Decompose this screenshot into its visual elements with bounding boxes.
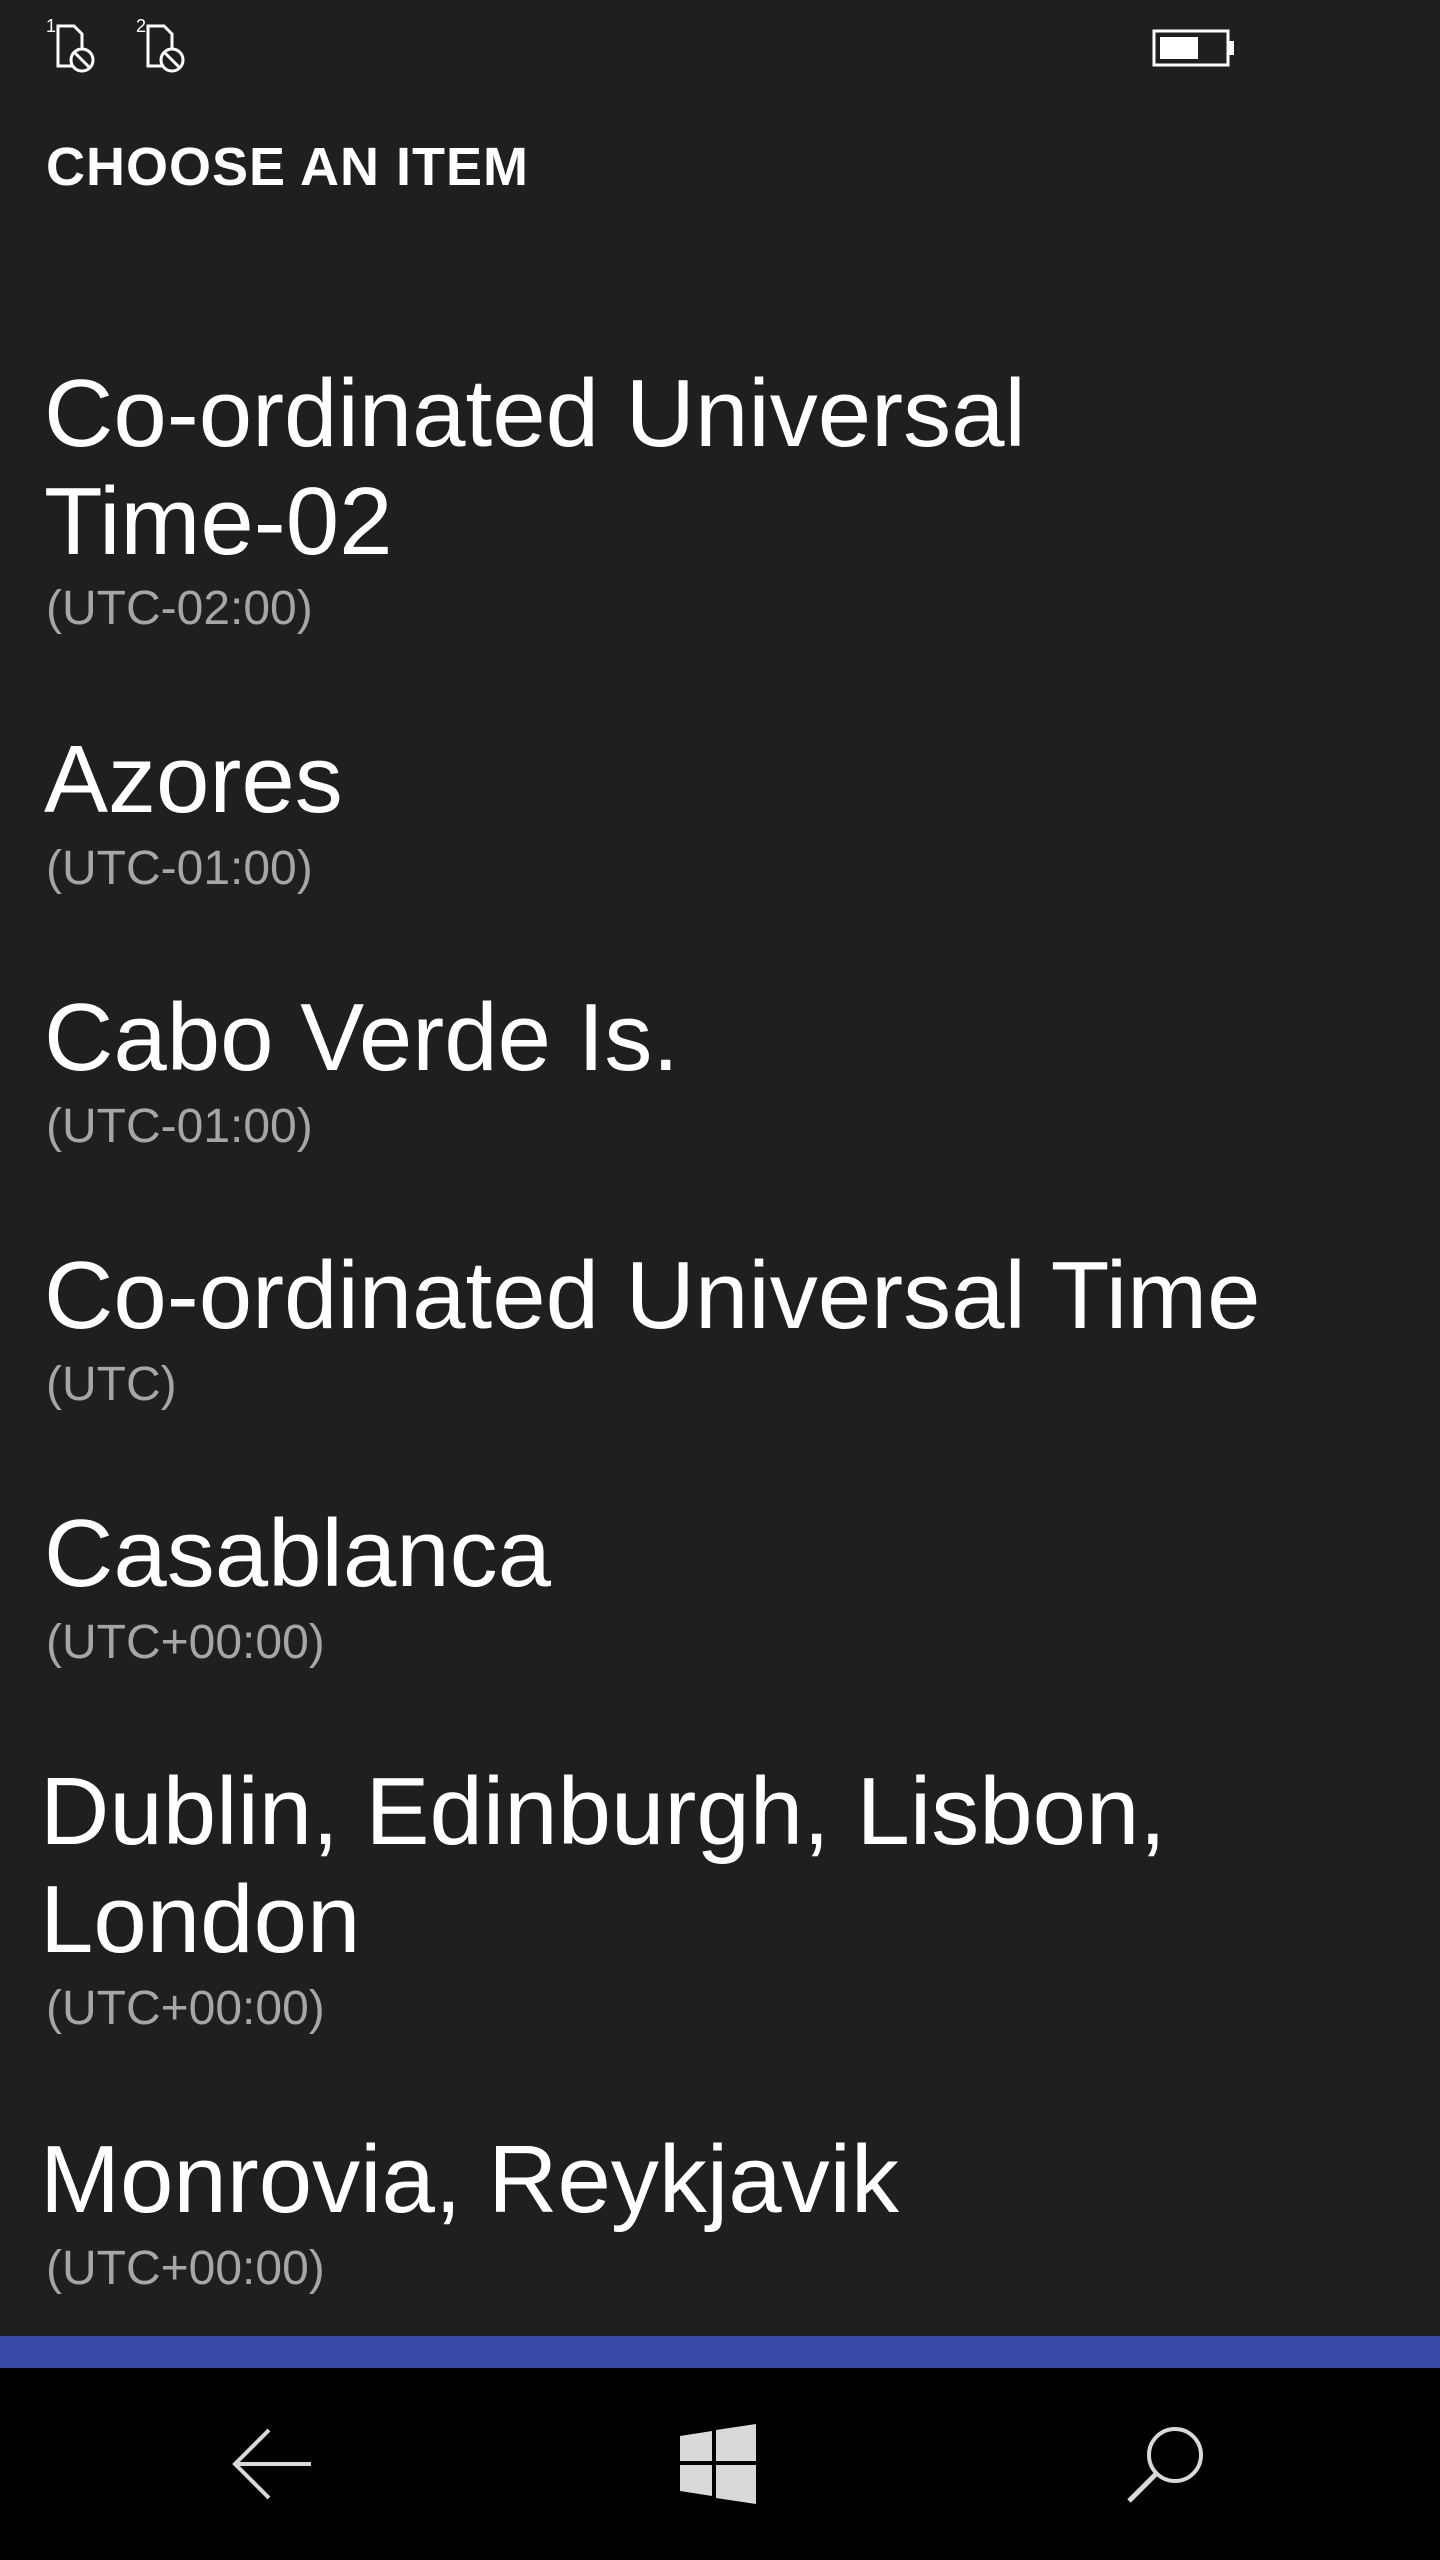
timezone-name: Cabo Verde Is.: [44, 984, 680, 1091]
list-item[interactable]: Cabo Verde Is. (UTC-01:00): [0, 984, 1440, 1174]
list-item[interactable]: Monrovia, Reykjavik (UTC+00:00): [0, 2126, 1440, 2316]
sim1-number: 1: [46, 16, 56, 36]
timezone-offset: (UTC+00:00): [46, 1616, 325, 1669]
list-item[interactable]: Casablanca (UTC+00:00): [0, 1500, 1440, 1690]
navigation-bar: [0, 2368, 1440, 2560]
timezone-name: Co-ordinated Universal Time-02: [44, 360, 1026, 575]
sim1-no-sim-icon: 1: [44, 14, 106, 76]
timezone-picker-screen: 1 2 CHOOSE AN ITEM Co-ordinated Universa…: [0, 0, 1440, 2560]
search-button[interactable]: [1116, 2414, 1216, 2514]
timezone-name: Co-ordinated Universal Time: [44, 1242, 1261, 1349]
sim2-no-sim-icon: 2: [134, 14, 196, 76]
timezone-offset: (UTC+00:00): [46, 2242, 325, 2295]
sim2-number: 2: [136, 16, 146, 36]
battery-icon: [1152, 28, 1236, 68]
list-item[interactable]: Azores (UTC-01:00): [0, 726, 1440, 916]
back-arrow-icon: [232, 2428, 311, 2500]
list-item[interactable]: Co-ordinated Universal Time-02 (UTC-02:0…: [0, 360, 1440, 650]
timezone-offset: (UTC-02:00): [46, 582, 313, 635]
status-bar: 1 2: [0, 0, 1440, 90]
back-button[interactable]: [222, 2414, 322, 2514]
picker-title: CHOOSE AN ITEM: [46, 137, 530, 197]
list-item[interactable]: Co-ordinated Universal Time (UTC): [0, 1242, 1440, 1432]
search-icon: [1127, 2427, 1203, 2503]
timezone-name: Monrovia, Reykjavik: [40, 2126, 899, 2233]
windows-logo-icon: [680, 2424, 756, 2504]
start-button[interactable]: [668, 2414, 768, 2514]
accent-strip: [0, 2336, 1440, 2368]
timezone-offset: (UTC-01:00): [46, 1100, 313, 1153]
timezone-offset: (UTC): [46, 1358, 177, 1411]
timezone-offset: (UTC-01:00): [46, 842, 313, 895]
timezone-name: Dublin, Edinburgh, Lisbon, London: [40, 1758, 1167, 1973]
timezone-name: Azores: [44, 726, 343, 833]
list-item[interactable]: Dublin, Edinburgh, Lisbon, London (UTC+0…: [0, 1758, 1440, 2058]
timezone-name: Casablanca: [44, 1500, 551, 1607]
timezone-offset: (UTC+00:00): [46, 1982, 325, 2035]
